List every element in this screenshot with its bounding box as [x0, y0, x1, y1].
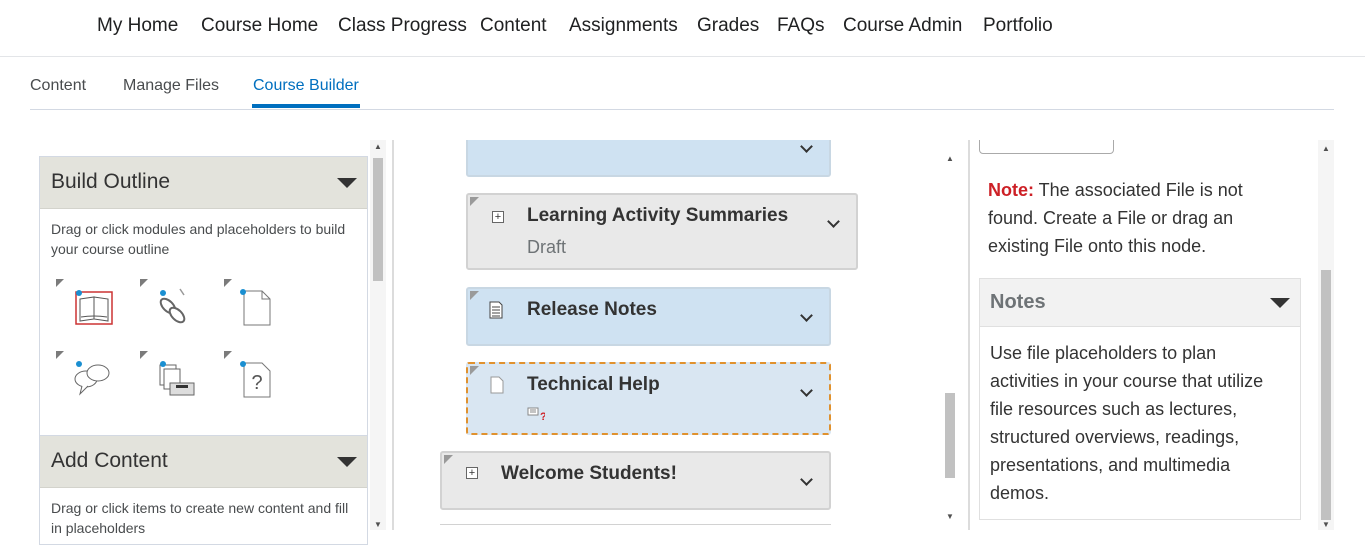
document-icon [489, 301, 503, 319]
missing-file-icon: ? [527, 407, 545, 422]
file-placeholder-icon [490, 376, 504, 394]
nav-grades[interactable]: Grades [697, 15, 759, 37]
collapse-arrow-icon[interactable] [337, 178, 357, 188]
scroll-up-icon[interactable]: ▲ [946, 154, 954, 163]
chevron-down-icon[interactable] [800, 473, 813, 486]
build-outline-description: Drag or click modules and placeholders t… [51, 221, 346, 257]
note-label: Note: [988, 180, 1034, 200]
discussion-tool[interactable] [56, 351, 116, 411]
file-button[interactable] [979, 140, 1114, 154]
course-outline-panel: + Learning Activity Summaries Draft Rele… [394, 140, 960, 530]
nav-class-progress[interactable]: Class Progress [338, 15, 467, 37]
left-scrollbar[interactable]: ▲ ▼ [370, 140, 386, 530]
top-navigation: My Home Course Home Class Progress Conte… [0, 0, 1365, 57]
node-title: Welcome Students! [501, 463, 677, 484]
scroll-up-icon[interactable]: ▲ [374, 142, 382, 151]
chevron-down-icon[interactable] [800, 309, 813, 322]
svg-text:?: ? [251, 372, 262, 394]
file-placeholder-tool[interactable] [224, 279, 284, 339]
outline-node-placeholder[interactable]: Technical Help ? [466, 362, 831, 435]
right-scrollbar[interactable]: ▲ ▼ [1318, 140, 1334, 530]
missing-file-note: Note: The associated File is not found. … [988, 176, 1288, 260]
file-placeholder-icon [240, 289, 271, 326]
add-content-description: Drag or click items to create new conten… [51, 500, 349, 536]
nav-portfolio[interactable]: Portfolio [983, 15, 1053, 37]
link-placeholder-icon [159, 288, 186, 324]
tab-content[interactable]: Content [30, 77, 86, 95]
nav-course-home[interactable]: Course Home [201, 15, 318, 37]
node-details-panel: Note: The associated File is not found. … [970, 140, 1315, 530]
middle-scrollbar[interactable]: ▲ ▼ [942, 140, 958, 530]
node-title: Learning Activity Summaries [527, 205, 789, 226]
scroll-thumb[interactable] [945, 393, 955, 478]
scroll-up-icon[interactable]: ▲ [1322, 144, 1330, 153]
chevron-down-icon[interactable] [827, 215, 840, 228]
tab-course-builder[interactable]: Course Builder [253, 77, 359, 95]
add-content-title: Add Content [51, 449, 168, 472]
add-content-header[interactable]: Add Content [40, 436, 367, 488]
scroll-thumb[interactable] [373, 158, 383, 281]
discussion-icon [74, 361, 110, 396]
nav-assignments[interactable]: Assignments [569, 15, 678, 37]
module-tool[interactable] [56, 279, 116, 339]
notes-header[interactable]: Notes [980, 279, 1300, 327]
outline-node[interactable]: + Learning Activity Summaries Draft [466, 193, 858, 270]
outline-node-partial[interactable] [466, 140, 831, 177]
scroll-down-icon[interactable]: ▼ [1322, 520, 1330, 529]
content-tabs: Content Manage Files Course Builder [30, 60, 1334, 110]
node-title: Release Notes [527, 299, 657, 320]
notes-body: Use file placeholders to plan activities… [990, 343, 1264, 503]
scroll-down-icon[interactable]: ▼ [374, 520, 382, 529]
notes-card: Notes Use file placeholders to plan acti… [979, 278, 1301, 520]
nav-faqs[interactable]: FAQs [777, 15, 825, 37]
dropbox-icon [159, 361, 195, 396]
node-status: Draft [527, 237, 567, 257]
outline-node[interactable]: Release Notes [466, 287, 831, 346]
quiz-icon: ? [240, 361, 271, 398]
collapse-arrow-icon[interactable] [337, 457, 357, 467]
outline-separator [440, 524, 831, 525]
scroll-thumb[interactable] [1321, 270, 1331, 520]
node-title: Technical Help [527, 374, 660, 395]
left-panel: Build Outline Drag or click modules and … [0, 140, 392, 545]
nav-course-admin[interactable]: Course Admin [843, 15, 962, 37]
expand-plus-icon[interactable]: + [466, 467, 478, 479]
build-outline-header[interactable]: Build Outline [40, 157, 367, 209]
svg-text:?: ? [540, 411, 545, 422]
link-placeholder-tool[interactable] [140, 279, 200, 339]
module-icon [75, 290, 113, 325]
chevron-down-icon[interactable] [800, 384, 813, 397]
active-tab-indicator [252, 104, 360, 108]
notes-title: Notes [990, 291, 1046, 313]
add-content-card: Add Content Drag or click items to creat… [39, 435, 368, 545]
chevron-down-icon[interactable] [800, 140, 813, 153]
nav-my-home[interactable]: My Home [97, 15, 178, 37]
outline-node[interactable]: + Welcome Students! [440, 451, 831, 510]
build-outline-card: Build Outline Drag or click modules and … [39, 156, 368, 436]
nav-content[interactable]: Content [480, 15, 547, 37]
expand-plus-icon[interactable]: + [492, 211, 504, 223]
build-outline-title: Build Outline [51, 170, 171, 193]
tab-manage-files[interactable]: Manage Files [123, 77, 219, 95]
collapse-arrow-icon[interactable] [1270, 298, 1290, 308]
quiz-tool[interactable]: ? [224, 351, 284, 411]
dropbox-tool[interactable] [140, 351, 200, 411]
scroll-down-icon[interactable]: ▼ [946, 512, 954, 521]
